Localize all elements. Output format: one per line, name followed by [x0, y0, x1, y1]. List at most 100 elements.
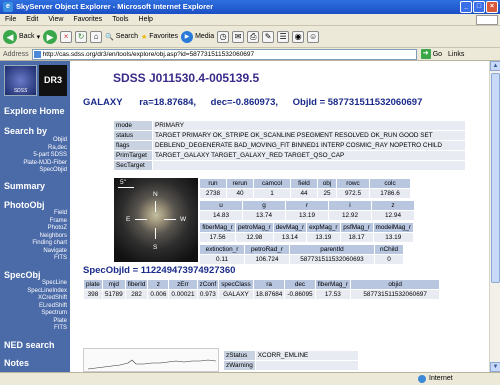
nav-elredshift[interactable]: ELredShift — [27, 303, 67, 311]
table-cell: 0 — [375, 255, 403, 264]
messenger-button[interactable]: ☺ — [307, 30, 320, 43]
menu-file[interactable]: File — [5, 14, 16, 25]
nav-5part[interactable]: 5-part SDSS — [23, 152, 67, 160]
nav-navigate[interactable]: Navigate — [32, 248, 67, 256]
menu-tools[interactable]: Tools — [112, 14, 128, 25]
nav-photoz[interactable]: PhotoZ — [32, 225, 67, 233]
nav-explore-home[interactable]: Explore Home — [4, 106, 65, 116]
window-title-bar: e SkyServer Object Explorer - Microsoft … — [0, 0, 500, 14]
table-row: mode PRIMARY — [114, 121, 465, 130]
nav-spectrum[interactable]: Spectrum — [27, 310, 67, 318]
mail-button[interactable]: ✉ — [232, 30, 245, 43]
close-button[interactable]: × — [486, 1, 498, 13]
nav-speclineindex[interactable]: SpecLineIndex — [27, 288, 67, 296]
media-button[interactable]: ▶ Media — [181, 30, 214, 43]
vertical-scrollbar[interactable]: ▲ ▼ — [489, 61, 500, 372]
back-button[interactable]: ◀ Back ▾ — [3, 29, 41, 44]
menu-help[interactable]: Help — [139, 14, 153, 25]
history-button[interactable]: ◷ — [217, 30, 230, 43]
table-cell: 0.11 — [200, 255, 244, 264]
table-cell: 1786.6 — [370, 189, 410, 198]
info-value: TARGET PRIMARY OK_STRIPE OK_SCANLINE PSE… — [153, 131, 465, 140]
extinction-table: extinction_r petroRad_r parentId nChild … — [199, 244, 404, 265]
mag-types-table: fiberMag_r petroMag_r devMag_r expMag_r … — [199, 222, 414, 243]
table-cell: 17.56 — [200, 233, 235, 242]
table-row: 14.83 13.74 13.19 12.92 12.94 — [200, 211, 414, 220]
sdss-logo[interactable]: SDSS — [4, 65, 37, 96]
nav-specobjid[interactable]: SpecObjid — [23, 167, 67, 175]
favorites-button[interactable]: ★ Favorites — [141, 33, 178, 41]
scroll-up-button[interactable]: ▲ — [490, 61, 500, 71]
table-cell[interactable]: 587731511532060693 — [290, 255, 374, 264]
maximize-button[interactable]: □ — [473, 1, 485, 13]
nav-spec-fits[interactable]: FITS — [27, 325, 67, 333]
info-label: status — [114, 131, 152, 140]
galaxy-image[interactable]: 5" N E W S — [114, 178, 198, 262]
back-label: Back — [19, 33, 35, 40]
nav-ned-search[interactable]: NED search — [4, 340, 55, 350]
home-button[interactable]: ⌂ — [90, 30, 103, 43]
nav-finding-chart[interactable]: Finding chart — [32, 240, 67, 248]
column-header: zConf — [197, 280, 219, 289]
research-button[interactable]: ◉ — [292, 30, 305, 43]
nav-photo-fits[interactable]: FITS — [32, 255, 67, 263]
nav-neighbors[interactable]: Neighbors — [32, 233, 67, 241]
table-row: PrimTarget TARGET_GALAXY TARGET_GALAXY_RE… — [114, 151, 465, 160]
menu-favorites[interactable]: Favorites — [73, 14, 102, 25]
compass-n: N — [153, 191, 158, 198]
nav-frame[interactable]: Frame — [32, 218, 67, 226]
column-header: fiberId — [125, 280, 148, 289]
discuss-button[interactable]: ☰ — [277, 30, 290, 43]
scroll-down-button[interactable]: ▼ — [490, 362, 500, 372]
column-header: plate — [84, 280, 102, 289]
address-label: Address — [3, 50, 29, 58]
links-button[interactable]: Links — [448, 51, 464, 58]
table-cell: 282 — [125, 290, 148, 299]
print-button[interactable]: ⎙ — [247, 30, 260, 43]
minimize-button[interactable]: _ — [460, 1, 472, 13]
refresh-button[interactable]: ↻ — [75, 30, 88, 43]
nav-objid[interactable]: Objid — [23, 137, 67, 145]
table-cell: 398 — [84, 290, 102, 299]
address-input[interactable]: http://cas.sdss.org/dr3/en/tools/explore… — [31, 48, 417, 60]
column-header: rowc — [337, 179, 369, 188]
photo-id-table: run rerun camcol field obj rowc colc 273… — [199, 178, 411, 199]
nav-plate-mjd-fiber[interactable]: Plate-MJD-Fiber — [23, 160, 67, 168]
nav-specline[interactable]: SpecLine — [27, 280, 67, 288]
crosshair-bottom — [155, 228, 156, 239]
stop-button[interactable]: × — [60, 30, 73, 43]
nav-specobj[interactable]: SpecObj — [4, 270, 41, 280]
nav-xcredshift[interactable]: XCredShift — [27, 295, 67, 303]
table-cell: 0.973 — [197, 290, 219, 299]
table-cell: 40 — [227, 189, 253, 198]
spectrum-thumbnail[interactable] — [83, 348, 219, 372]
specobj-list: SpecLine SpecLineIndex XCredShift ELredS… — [27, 280, 67, 333]
nav-plate[interactable]: Plate — [27, 318, 67, 326]
edit-button[interactable]: ✎ — [262, 30, 275, 43]
nav-photoobj[interactable]: PhotoObj — [4, 200, 45, 210]
info-value — [153, 161, 465, 170]
table-cell[interactable]: 587731511532060697 — [351, 290, 440, 299]
photoobj-list: Field Frame PhotoZ Neighbors Finding cha… — [32, 210, 67, 263]
column-header: expMag_r — [307, 223, 340, 232]
search-label: Search — [115, 33, 138, 40]
nav-notes[interactable]: Notes — [4, 358, 29, 368]
specobj-table: plate mjd fiberId z zErr zConf specClass… — [83, 279, 440, 300]
search-button[interactable]: 🔍 Search — [105, 33, 138, 41]
go-button[interactable]: ➜ Go — [417, 49, 442, 59]
scroll-thumb[interactable] — [491, 73, 500, 283]
nav-ra-dec[interactable]: Ra,dec — [23, 145, 67, 153]
page-content: SDSS DR3 Explore Home Search by Objid Ra… — [0, 61, 489, 372]
magnitudes-table: u g r i z 14.83 13.74 13.19 12.92 12.94 — [199, 200, 415, 221]
scale-bar — [118, 187, 134, 188]
table-cell: 18.87684 — [253, 290, 285, 299]
forward-button[interactable]: ▶ — [43, 29, 58, 44]
back-dropdown-icon[interactable]: ▾ — [37, 33, 41, 41]
table-cell: 13.19 — [307, 233, 340, 242]
nav-summary[interactable]: Summary — [4, 181, 45, 191]
menu-edit[interactable]: Edit — [26, 14, 38, 25]
search-icon: 🔍 — [105, 33, 114, 41]
menu-view[interactable]: View — [48, 14, 63, 25]
table-cell: GALAXY — [219, 290, 253, 299]
nav-field[interactable]: Field — [32, 210, 67, 218]
